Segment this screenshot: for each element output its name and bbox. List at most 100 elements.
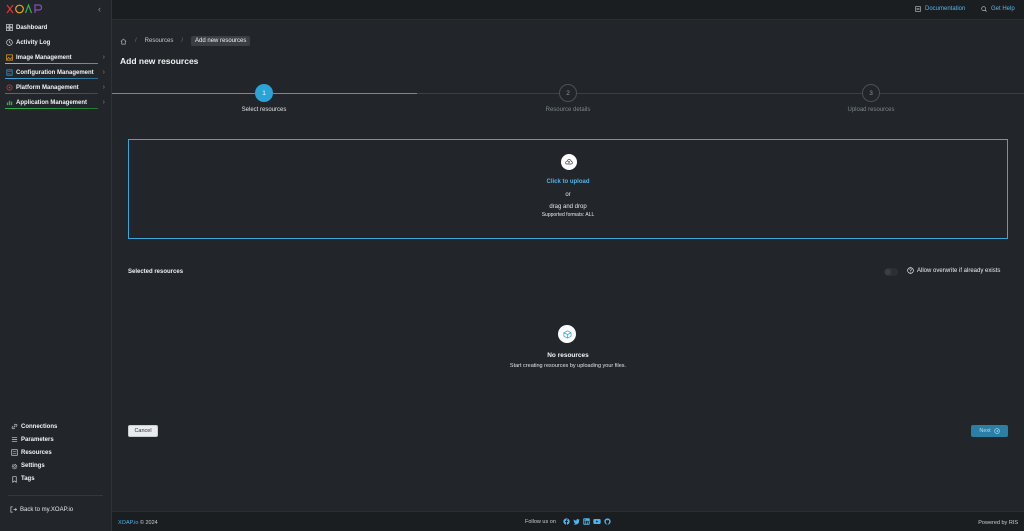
collapse-sidebar-icon[interactable]: ‹ (98, 4, 101, 14)
follow-us-label: Follow us on (525, 518, 556, 525)
linkedin-icon[interactable] (583, 518, 590, 525)
back-label: Back to my.XOAP.io (20, 506, 74, 513)
sidebar-item-label: Connections (21, 423, 58, 430)
empty-state-title: No resources (547, 352, 589, 359)
box-icon (558, 325, 576, 343)
sidebar-item-activity-log[interactable]: Activity Log (0, 35, 111, 50)
image-icon (5, 54, 13, 62)
step-1-circle[interactable]: 1 (255, 84, 273, 102)
sidebar-item-label: Dashboard (16, 24, 48, 31)
sidebar-item-application-management[interactable]: Application Management › (0, 95, 111, 110)
sidebar-bottom-nav: Connections Parameters Resources Setting… (0, 420, 111, 486)
footer-copyright: XOAP.io © 2024 (118, 520, 158, 526)
sidebar-item-parameters[interactable]: Parameters (0, 433, 111, 446)
sidebar-item-image-management[interactable]: Image Management › (0, 50, 111, 65)
facebook-icon[interactable] (563, 518, 570, 525)
sidebar-item-platform-management[interactable]: Platform Management › (0, 80, 111, 95)
breadcrumb-item-resources[interactable]: Resources (145, 38, 174, 44)
powered-by-text: Powered by RIS (978, 520, 1018, 526)
step-3-circle[interactable]: 3 (862, 84, 880, 102)
sidebar-item-label: Configuration Management (16, 69, 94, 76)
home-icon[interactable] (120, 38, 127, 45)
back-to-xoap-link[interactable]: Back to my.XOAP.io (10, 506, 73, 513)
xoap-logo[interactable] (6, 3, 46, 15)
book-icon (915, 6, 921, 12)
chevron-right-icon: › (102, 84, 105, 91)
cloud-upload-icon (561, 154, 577, 170)
drag-and-drop-text: drag and drop (549, 204, 587, 210)
footer-copyright-text: © 2024 (139, 520, 158, 526)
stepper-line-active (112, 93, 255, 94)
footer-brand-link[interactable]: XOAP.io (118, 520, 138, 526)
overwrite-option: Allow overwrite if already exists (907, 267, 1000, 274)
sidebar-item-dashboard[interactable]: Dashboard (0, 20, 111, 35)
sidebar-item-resources[interactable]: Resources (0, 446, 111, 459)
link-icon (10, 423, 18, 431)
help-search-icon (981, 6, 987, 12)
click-to-upload-link[interactable]: Click to upload (129, 179, 1007, 185)
sidebar-item-label: Image Management (16, 54, 72, 61)
sidebar-item-tags[interactable]: Tags (0, 473, 111, 486)
cancel-button[interactable]: Cancel (128, 425, 158, 437)
selected-resources-title: Selected resources (128, 269, 184, 275)
main-content: / Resources / Add new resources Add new … (112, 20, 1024, 511)
toggle-knob (885, 269, 891, 275)
platform-icon (5, 84, 13, 92)
accent-underline (5, 63, 98, 64)
stepper-line (577, 93, 862, 94)
stepper-line (880, 93, 1024, 94)
sidebar-item-label: Activity Log (16, 39, 51, 46)
chevron-right-icon: › (102, 54, 105, 61)
step-3-label: Upload resources (847, 107, 895, 113)
config-icon (5, 69, 13, 77)
chevron-right-icon: › (102, 99, 105, 106)
step-1-label: Select resources (241, 107, 287, 113)
stepper: 1 Select resources 2 Resource details 3 … (112, 84, 1024, 124)
clock-icon (5, 39, 13, 47)
github-icon[interactable] (604, 518, 611, 525)
next-button[interactable]: Next (971, 425, 1008, 437)
page-title: Add new resources (120, 56, 199, 66)
sidebar-item-configuration-management[interactable]: Configuration Management › (0, 65, 111, 80)
arrow-right-circle-icon (993, 428, 1000, 434)
sidebar: ‹ Dashboard Activity Log Image Managemen… (0, 0, 112, 531)
gear-icon (10, 462, 18, 470)
resources-icon (10, 449, 18, 457)
overwrite-label: Allow overwrite if already exists (917, 267, 1001, 274)
stepper-line (417, 93, 559, 94)
empty-state-subtitle: Start creating resources by uploading yo… (509, 363, 627, 369)
twitter-icon[interactable] (573, 518, 580, 525)
youtube-icon[interactable] (593, 518, 601, 525)
sidebar-item-label: Tags (21, 476, 35, 483)
breadcrumb-separator: / (135, 38, 137, 44)
get-help-link[interactable]: Get Help (981, 6, 1015, 12)
documentation-link[interactable]: Documentation (915, 6, 965, 12)
upload-or-text: or (565, 192, 571, 198)
breadcrumb-item-current: Add new resources (191, 36, 251, 46)
sidebar-item-label: Resources (21, 449, 52, 456)
app-icon (5, 99, 13, 107)
stepper-line-active (273, 93, 417, 94)
supported-formats-text: Supported formats: ALL (541, 212, 595, 218)
top-bar: Documentation Get Help (112, 0, 1024, 20)
overwrite-toggle[interactable] (884, 268, 898, 276)
step-2-circle[interactable]: 2 (559, 84, 577, 102)
sidebar-nav: Dashboard Activity Log Image Management … (0, 20, 111, 110)
next-label: Next (979, 428, 991, 434)
breadcrumb-separator: / (181, 38, 184, 44)
accent-underline (5, 93, 98, 94)
sidebar-item-label: Parameters (21, 436, 54, 443)
chevron-right-icon: › (102, 69, 105, 76)
accent-underline (5, 78, 98, 79)
sidebar-divider (8, 495, 103, 496)
help-circle-icon[interactable] (907, 267, 914, 274)
step-2-label: Resource details (545, 107, 591, 113)
upload-dropzone[interactable]: Click to upload or drag and drop Support… (128, 139, 1008, 239)
sidebar-item-connections[interactable]: Connections (0, 420, 111, 433)
grid-icon (5, 24, 13, 32)
breadcrumb: / Resources / Add new resources (120, 36, 251, 46)
get-help-label: Get Help (991, 6, 1015, 12)
sidebar-item-settings[interactable]: Settings (0, 460, 111, 473)
tag-icon (10, 475, 18, 483)
sidebar-item-label: Platform Management (16, 84, 79, 91)
